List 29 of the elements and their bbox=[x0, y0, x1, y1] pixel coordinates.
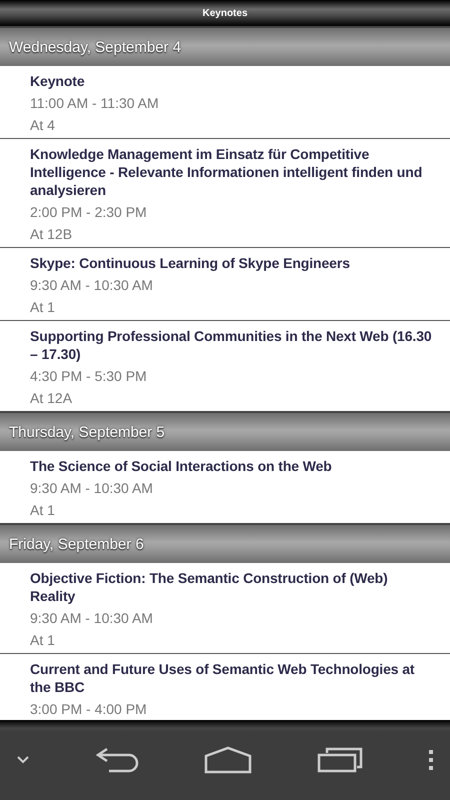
session-time: 4:30 PM - 5:30 PM bbox=[30, 367, 148, 386]
session-title: Knowledge Management im Einsatz für Competitive Intelligence - Relevante Informationen intelligent finden und analysieren bbox=[30, 145, 424, 199]
session-title: Objective Fiction: The Semantic Construction of (Web) Reality bbox=[30, 569, 389, 605]
session-time: 9:30 AM - 10:30 AM bbox=[30, 479, 154, 498]
session-title: Current and Future Uses of Semantic Web Technologies at the BBC bbox=[30, 660, 416, 696]
day-date: Thursday, September 5 bbox=[9, 424, 165, 440]
chevron-down-icon[interactable] bbox=[16, 755, 30, 765]
session-title: The Science of Social Interactions on the Web bbox=[30, 457, 333, 475]
session-room: At 1 bbox=[30, 298, 56, 317]
session-time: 3:00 PM - 4:00 PM bbox=[30, 700, 148, 719]
back-icon[interactable] bbox=[95, 747, 139, 773]
day-date: Wednesday, September 4 bbox=[9, 38, 182, 56]
window-title: Keynotes bbox=[202, 8, 248, 18]
session-title: Keynote bbox=[30, 72, 86, 90]
overflow-menu-icon[interactable] bbox=[428, 749, 434, 771]
session-time: 2:00 PM - 2:30 PM bbox=[30, 203, 148, 222]
session-time: 9:30 AM - 10:30 AM bbox=[30, 276, 154, 295]
session-time: 9:30 AM - 10:30 AM bbox=[30, 609, 154, 628]
session-room: At 1 bbox=[30, 501, 56, 520]
session-room: At 12B bbox=[30, 225, 74, 244]
home-icon[interactable] bbox=[204, 746, 252, 774]
recent-apps-icon[interactable] bbox=[317, 747, 363, 773]
session-room: At 4 bbox=[30, 116, 56, 135]
session-room: At 1 bbox=[30, 631, 56, 650]
session-room: At 12A bbox=[30, 389, 74, 408]
session-time: 11:00 AM - 11:30 AM bbox=[30, 94, 160, 113]
session-title: Supporting Professional Communities in the Next Web (16.30 – 17.30) bbox=[30, 327, 433, 363]
day-date: Friday, September 6 bbox=[9, 536, 144, 552]
session-title: Skype: Continuous Learning of Skype Engineers bbox=[30, 254, 351, 272]
